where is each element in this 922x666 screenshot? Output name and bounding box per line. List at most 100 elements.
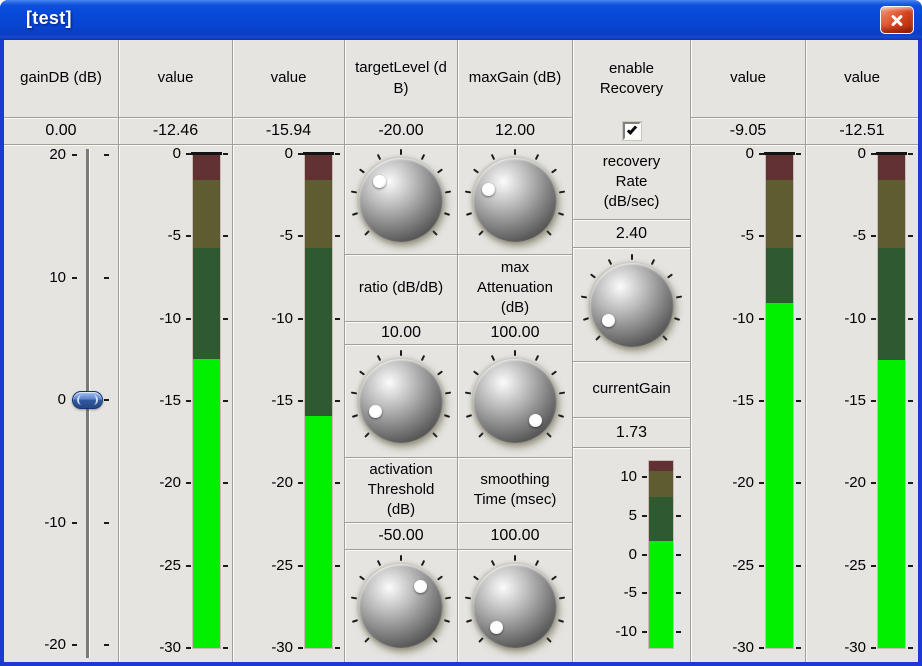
knob-scale-tick: [377, 154, 382, 160]
knob-scale-tick: [350, 392, 356, 395]
knob-scale-tick: [551, 370, 557, 375]
tick-mark: [676, 554, 681, 556]
knob-scale-tick: [559, 597, 565, 600]
knob-scale-tick: [535, 154, 540, 160]
meter-segment: [193, 359, 220, 648]
knob-body: [473, 158, 557, 242]
tick-mark: [298, 400, 303, 402]
meter-tick-label: -20: [233, 473, 293, 493]
meter-tick-label: 0: [573, 545, 637, 565]
knob-scale-tick: [432, 432, 438, 438]
tick-mark: [871, 565, 876, 567]
meter-tick-label: -5: [691, 226, 754, 246]
knob-scale-tick: [432, 637, 438, 643]
knob-scale-tick: [352, 414, 358, 418]
tick-mark: [72, 522, 77, 524]
knob-scale-tick: [464, 191, 470, 194]
activation-threshold-db-knob[interactable]: [349, 554, 453, 658]
meter-tick-label: -25: [806, 556, 866, 576]
knob-scale-tick: [491, 154, 496, 160]
close-button[interactable]: [880, 6, 914, 34]
column-recovery: enable Recoveryrecovery Rate (dB/sec)2.4…: [573, 40, 691, 662]
meter-segment: [766, 154, 793, 180]
column-display-value3: -9.05: [691, 118, 805, 145]
meter-segment: [766, 180, 793, 248]
tick-mark: [335, 482, 340, 484]
titlebar[interactable]: [test]: [0, 0, 922, 40]
meter-segment: [766, 248, 793, 303]
knob-scale-tick: [676, 296, 682, 299]
enable-recovery-checkbox[interactable]: [623, 122, 641, 140]
knob-scale-tick: [421, 154, 426, 160]
knob-scale-tick: [546, 432, 552, 438]
tick-mark: [642, 592, 647, 594]
meter-tick-label: -30: [233, 638, 293, 658]
param-display-ratio-db-db: 10.00: [345, 322, 457, 345]
column-display-recovery: [573, 118, 690, 145]
param-display-max-attenuation-db: 100.00: [458, 322, 572, 345]
tick-mark: [335, 400, 340, 402]
meter-tick-label: -5: [573, 583, 637, 603]
knob-body: [473, 359, 557, 443]
column-header-value1: value: [119, 40, 232, 118]
knob-scale-tick: [400, 149, 402, 155]
tick-mark: [908, 153, 913, 155]
gain-slider-thumb[interactable]: [72, 391, 103, 409]
knob-scale-tick: [651, 259, 656, 265]
knob-scale-tick: [473, 169, 479, 174]
meter-tick-label: 10: [573, 467, 637, 487]
tick-mark: [104, 277, 109, 279]
param-display-currentgain: 1.73: [573, 418, 690, 448]
param-display-activation-threshold-db: -50.00: [345, 523, 457, 550]
knob-scale-tick: [674, 317, 680, 321]
column-main-recovery: recovery Rate (dB/sec)2.40currentGain1.7…: [573, 145, 690, 662]
tick-mark: [796, 565, 801, 567]
knob-body: [590, 263, 674, 347]
targetlevel-db-knob[interactable]: [349, 148, 453, 252]
knob-body: [359, 564, 443, 648]
knob-scale-tick: [443, 212, 449, 216]
tick-mark: [186, 647, 191, 649]
ratio-db-db-knob[interactable]: [349, 349, 453, 453]
knob-scale-tick: [445, 392, 451, 395]
knob-scale-tick: [350, 191, 356, 194]
column-value4: value-12.510-5-10-15-20-25-30: [806, 40, 918, 662]
knob-scale-tick: [514, 350, 516, 356]
knob-scale-tick: [400, 350, 402, 356]
tick-mark: [796, 235, 801, 237]
tick-mark: [335, 647, 340, 649]
maxgain-db-knob[interactable]: [463, 148, 567, 252]
tick-mark: [796, 318, 801, 320]
tick-mark: [186, 153, 191, 155]
max-attenuation-db-knob[interactable]: [463, 349, 567, 453]
knob-scale-tick: [551, 575, 557, 580]
meter-segment: [649, 471, 673, 497]
smoothing-time-msec-knob[interactable]: [463, 554, 567, 658]
recovery-rate-knob[interactable]: [580, 253, 684, 357]
meter-top-line: [764, 152, 795, 155]
tick-mark: [642, 476, 647, 478]
knob-scale-tick: [443, 414, 449, 418]
tick-mark: [223, 235, 228, 237]
tick-mark: [676, 515, 681, 517]
tick-mark: [104, 522, 109, 524]
panel-grid: gainDB (dB)0.0020100-10-20value-12.460-5…: [4, 40, 918, 662]
tick-mark: [186, 318, 191, 320]
meter-tick-label: -15: [691, 391, 754, 411]
meter-tick-label: -20: [691, 473, 754, 493]
meter-segment: [878, 248, 905, 360]
tick-mark: [908, 400, 913, 402]
meter-tick-label: -10: [691, 309, 754, 329]
column-display-value1: -12.46: [119, 118, 232, 145]
meter-tick-label: -15: [119, 391, 181, 411]
knob-scale-tick: [466, 212, 472, 216]
knob-scale-tick: [557, 619, 563, 623]
knob-scale-tick: [583, 317, 589, 321]
tick-mark: [298, 235, 303, 237]
column-header-value2: value: [233, 40, 344, 118]
meter-segment: [649, 497, 673, 541]
slider-tick-label: 0: [4, 390, 66, 410]
param-label-recovery-rate: recovery Rate (dB/sec): [573, 145, 690, 220]
knob-body: [359, 158, 443, 242]
knob-scale-tick: [352, 619, 358, 623]
